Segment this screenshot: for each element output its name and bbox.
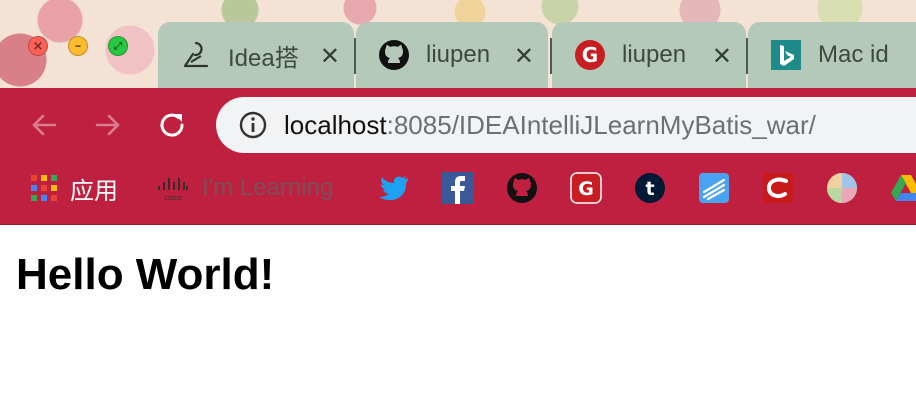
tab-bing[interactable]: Mac id [748,22,916,88]
bookmark-github[interactable] [506,170,538,206]
url-text[interactable]: localhost:8085/IDEAIntelliJLearnMyBatis_… [284,110,816,141]
page-heading: Hello World! [16,250,275,299]
notes-icon [699,173,729,203]
gitee-icon: G [574,39,606,71]
tab-title: liupen [426,41,491,68]
cisco-icon: cisco [158,178,188,202]
svg-text:cisco: cisco [164,194,182,202]
back-arrow-icon [32,114,57,136]
colorful-ball-icon [827,173,857,203]
tumblr-icon: t [635,173,665,203]
tab-gitee[interactable]: G liupen ✕ [552,22,746,88]
tab-title: Idea搭 [228,44,299,72]
url-path: :8085/IDEAIntelliJLearnMyBatis_war/ [386,109,816,140]
bookmark-notes[interactable] [698,170,730,206]
svg-text:t: t [645,178,654,200]
window-minimize-button[interactable]: – [68,36,88,56]
idea-blog-icon [180,39,212,71]
bookmark-colorful[interactable] [826,170,858,206]
gitee-icon: G [570,172,602,204]
svg-text:G: G [578,178,594,200]
bookmark-apps[interactable]: 应用 [30,170,118,206]
back-button[interactable] [24,105,64,145]
tab-github[interactable]: liupen ✕ [356,22,548,88]
tab-idea[interactable]: Idea搭 ✕ [158,22,354,88]
bookmark-twitter[interactable] [378,170,410,206]
bookmark-gitee[interactable]: G [570,170,602,206]
svg-text:G: G [582,43,598,67]
forward-arrow-icon [95,114,120,136]
forward-button[interactable] [88,105,128,145]
apps-grid-icon [31,175,57,201]
facebook-icon [442,172,474,204]
tab-close-icon[interactable]: ✕ [320,42,340,70]
tab-close-icon[interactable]: ✕ [514,42,534,70]
bookmark-cisco-label: I'm Learning [202,174,334,201]
bookmark-google-drive[interactable] [890,170,916,206]
bookmark-tumblr[interactable]: t [634,170,666,206]
csdn-icon [763,173,793,203]
bookmark-csdn[interactable] [762,170,794,206]
tab-title: Mac id [818,41,889,68]
twitter-icon [379,176,408,201]
bookmark-apps-label: 应用 [70,177,118,205]
address-bar[interactable]: localhost:8085/IDEAIntelliJLearnMyBatis_… [216,97,916,153]
bookmark-cisco[interactable]: cisco I'm Learning [156,170,333,206]
window-close-button[interactable]: × [28,36,48,56]
github-icon [378,39,410,71]
reload-button[interactable] [152,105,192,145]
window-fullscreen-button[interactable]: ⤢ [108,36,128,56]
minimize-glyph-icon: – [74,38,82,54]
close-glyph-icon: × [32,38,44,54]
google-drive-icon [891,175,916,201]
github-icon [507,173,537,203]
tab-title: liupen [622,41,687,68]
info-icon[interactable] [238,110,268,140]
tab-close-icon[interactable]: ✕ [712,42,732,70]
url-host: localhost [284,109,387,140]
bing-icon [770,39,802,71]
bookmark-facebook[interactable] [442,170,474,206]
toolbar-divider [0,224,916,225]
reload-icon [160,113,184,137]
fullscreen-glyph-icon: ⤢ [114,40,122,52]
